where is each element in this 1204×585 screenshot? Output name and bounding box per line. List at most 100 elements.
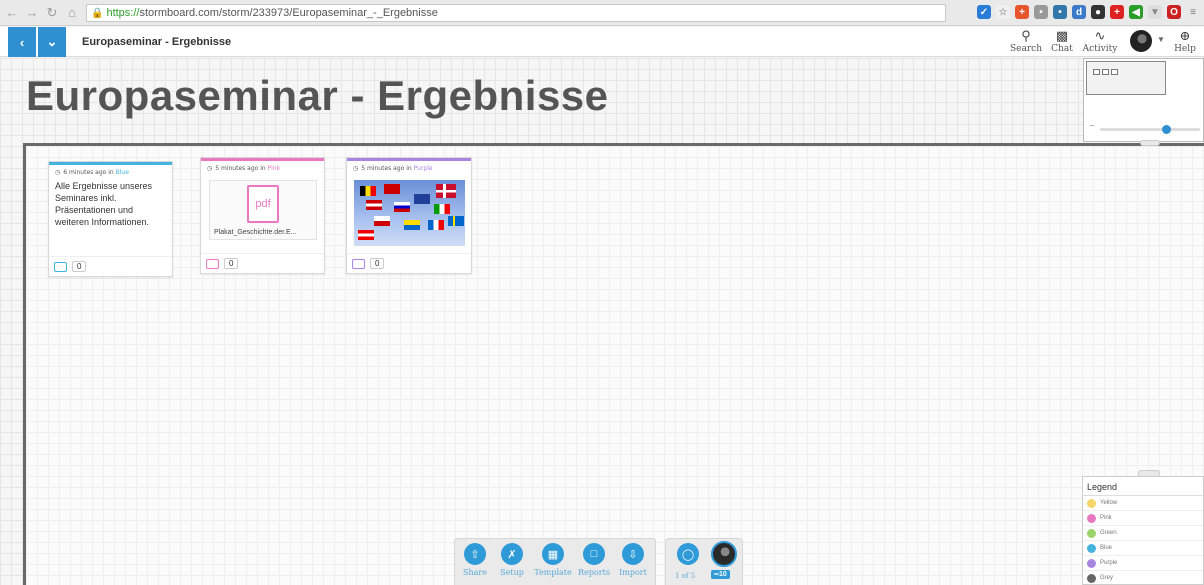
clock-icon: ◷ bbox=[55, 169, 61, 176]
home-icon[interactable]: ⌂ bbox=[64, 5, 80, 21]
color-dot-icon bbox=[1087, 513, 1096, 523]
zoom-slider-knob[interactable] bbox=[1162, 125, 1171, 134]
idea-footer: 0 bbox=[49, 256, 172, 276]
users-count: 1 of 5 bbox=[675, 572, 696, 580]
import-button[interactable]: ⇩ Import bbox=[613, 543, 653, 577]
extension-icon[interactable]: O bbox=[1167, 5, 1181, 19]
forward-arrow-icon[interactable]: → bbox=[24, 5, 40, 21]
zoom-slider[interactable] bbox=[1100, 125, 1200, 134]
file-attachment[interactable]: pdf Plakat_Geschichte.der.E... bbox=[209, 180, 317, 240]
menu-icon[interactable]: ≡ bbox=[1186, 5, 1200, 19]
app-header: ‹ ⌄ Europaseminar - Ergebnisse ⚲ Search … bbox=[0, 27, 1204, 57]
extension-icon[interactable]: • bbox=[1034, 5, 1048, 19]
color-dot-icon bbox=[1087, 543, 1096, 553]
idea-card[interactable]: ◷ 5 minutes ago in Purple 0 bbox=[346, 157, 472, 274]
legend-item[interactable]: Blue bbox=[1083, 541, 1203, 556]
legend-item[interactable]: Green bbox=[1083, 526, 1203, 541]
search-button[interactable]: ⚲ Search bbox=[1008, 30, 1044, 55]
color-dot-icon bbox=[1087, 558, 1096, 568]
bookmark-star-icon[interactable]: ☆ bbox=[996, 5, 1010, 19]
search-label: Search bbox=[1010, 44, 1042, 54]
extension-icon[interactable]: • bbox=[1053, 5, 1067, 19]
pdf-file-icon: pdf bbox=[247, 185, 279, 223]
board-menu-button[interactable]: ⌄ bbox=[38, 27, 66, 57]
users-toolbar: ◯ 1 of 5 ∞10 bbox=[665, 538, 743, 585]
comment-count[interactable]: 0 bbox=[224, 258, 239, 269]
extension-icon[interactable]: ● bbox=[1091, 5, 1105, 19]
comment-icon[interactable] bbox=[206, 258, 219, 269]
zoom-out-icon[interactable]: − bbox=[1089, 121, 1095, 132]
back-arrow-icon[interactable]: ← bbox=[4, 5, 20, 21]
idea-color-name: Pink bbox=[267, 165, 281, 172]
help-label: Help bbox=[1174, 44, 1196, 54]
comment-icon[interactable] bbox=[54, 261, 67, 272]
chevron-left-icon: ‹ bbox=[19, 34, 25, 50]
twitter-extension-icon[interactable]: ✓ bbox=[977, 5, 991, 19]
chevron-down-icon: ⌄ bbox=[46, 34, 58, 49]
idea-meta: ◷ 5 minutes ago in Purple bbox=[353, 165, 433, 172]
legend-item[interactable]: Yellow bbox=[1083, 496, 1203, 511]
activity-label: Activity bbox=[1082, 44, 1118, 54]
color-dot-icon bbox=[1087, 528, 1096, 538]
share-button[interactable]: ⇧ Share bbox=[455, 543, 495, 577]
lock-icon: 🔒 bbox=[91, 7, 104, 19]
mini-map-viewport[interactable] bbox=[1086, 61, 1166, 95]
avatar[interactable] bbox=[711, 541, 737, 567]
status-badge[interactable]: ∞10 bbox=[711, 570, 730, 579]
comment-icon[interactable] bbox=[352, 258, 365, 269]
idea-meta: ◷ 5 minutes ago in Pink bbox=[207, 165, 281, 172]
idea-color-name: Blue bbox=[115, 169, 129, 176]
page-title: Europaseminar - Ergebnisse bbox=[26, 72, 609, 119]
setup-icon: ✗ bbox=[501, 543, 523, 565]
extension-plus-icon[interactable]: + bbox=[1015, 5, 1029, 19]
legend-title: Legend bbox=[1083, 477, 1203, 496]
help-icon: ⊕ bbox=[1179, 29, 1191, 44]
clock-icon: ◷ bbox=[353, 165, 359, 172]
chat-label: Chat bbox=[1051, 44, 1073, 54]
idea-text: Alle Ergebnisse unseres Seminares inkl. … bbox=[55, 181, 153, 227]
comment-count[interactable]: 0 bbox=[72, 261, 87, 272]
european-flags-image[interactable] bbox=[354, 180, 465, 246]
chat-icon: ▩ bbox=[1055, 29, 1069, 44]
idea-card[interactable]: ◷ 6 minutes ago in Blue Alle Ergebnisse u… bbox=[48, 161, 173, 277]
idea-card[interactable]: ◷ 5 minutes ago in Pink pdf Plakat_Geschi… bbox=[200, 157, 325, 274]
import-icon: ⇩ bbox=[622, 543, 644, 565]
browser-toolbar: ← → ↻ ⌂ 🔒 https:// stormboard.com/storm/… bbox=[0, 0, 1204, 26]
template-icon: ▦ bbox=[542, 543, 564, 565]
url-scheme: https:// bbox=[106, 7, 140, 19]
clock-icon: ◷ bbox=[207, 165, 213, 172]
legend-item[interactable]: Grey bbox=[1083, 571, 1203, 585]
extension-icon[interactable]: ◀ bbox=[1129, 5, 1143, 19]
mini-map-toggle-handle[interactable] bbox=[1140, 140, 1160, 146]
board-name: Europaseminar - Ergebnisse bbox=[82, 36, 232, 48]
help-button[interactable]: ⊕ Help bbox=[1170, 29, 1200, 55]
extension-icon[interactable]: + bbox=[1110, 5, 1124, 19]
color-dot-icon bbox=[1087, 573, 1096, 583]
users-icon[interactable]: ◯ bbox=[677, 543, 699, 565]
activity-button[interactable]: ∿ Activity bbox=[1082, 29, 1118, 55]
url-path: stormboard.com/storm/233973/Europasemina… bbox=[139, 7, 438, 19]
legend-panel: Legend Yellow Pink Green Blue Purple Gre… bbox=[1082, 476, 1204, 585]
extension-icon[interactable]: d bbox=[1072, 5, 1086, 19]
idea-meta: ◷ 6 minutes ago in Blue bbox=[55, 169, 129, 176]
avatar-caret-icon[interactable]: ▼ bbox=[1157, 35, 1165, 44]
template-button[interactable]: ▦ Template bbox=[533, 543, 573, 577]
reload-icon[interactable]: ↻ bbox=[44, 5, 60, 21]
address-bar[interactable]: 🔒 https:// stormboard.com/storm/233973/E… bbox=[86, 4, 946, 22]
setup-button[interactable]: ✗ Setup bbox=[492, 543, 532, 577]
legend-item[interactable]: Pink bbox=[1083, 511, 1203, 526]
idea-footer: 0 bbox=[347, 253, 471, 273]
activity-icon: ∿ bbox=[1094, 29, 1106, 44]
avatar[interactable] bbox=[1130, 30, 1152, 52]
chat-button[interactable]: ▩ Chat bbox=[1044, 29, 1080, 55]
color-dot-icon bbox=[1087, 498, 1096, 508]
share-icon: ⇧ bbox=[464, 543, 486, 565]
back-button[interactable]: ‹ bbox=[8, 27, 36, 57]
idea-color-name: Purple bbox=[413, 165, 433, 172]
legend-item[interactable]: Purple bbox=[1083, 556, 1203, 571]
reports-button[interactable]: □ Reports bbox=[574, 543, 614, 577]
mini-map[interactable]: − bbox=[1083, 58, 1204, 142]
extension-icon[interactable]: ▼ bbox=[1148, 5, 1162, 19]
comment-count[interactable]: 0 bbox=[370, 258, 385, 269]
bottom-toolbar: ⇧ Share ✗ Setup ▦ Template □ Reports ⇩ I… bbox=[454, 538, 656, 585]
